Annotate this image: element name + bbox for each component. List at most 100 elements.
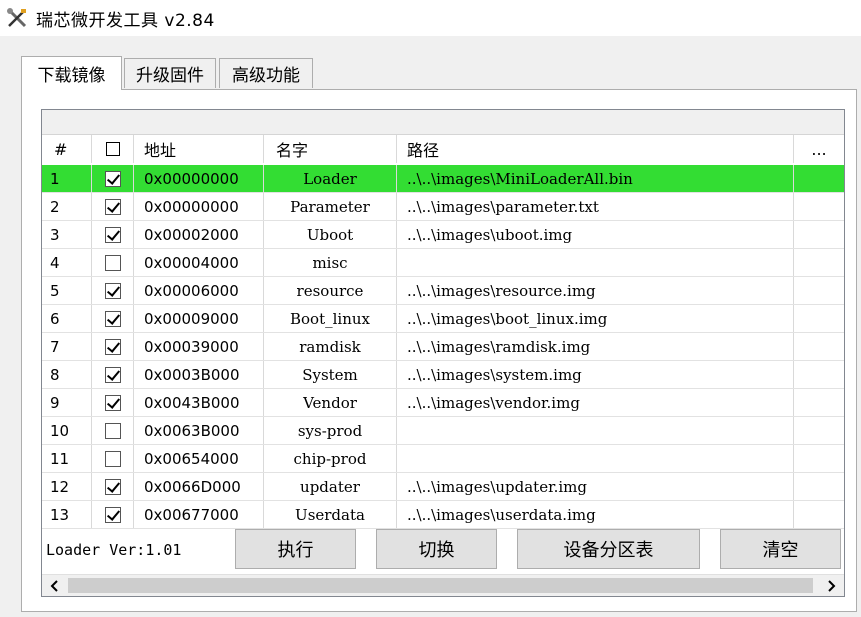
- row-checkbox[interactable]: [104, 366, 121, 383]
- table-row[interactable]: 10 0x0063B000 sys-prod: [42, 417, 844, 445]
- path-text: ..\..\images\vendor.img: [407, 393, 580, 412]
- address-text: 0x00677000: [144, 505, 239, 524]
- table-row[interactable]: 2 0x00000000 Parameter ..\..\images\paramet…: [42, 193, 844, 221]
- row-checkbox[interactable]: [104, 506, 121, 523]
- column-header-number[interactable]: #: [42, 135, 92, 163]
- num-text: 2: [50, 197, 60, 216]
- num-text: 13: [50, 505, 70, 524]
- table-row[interactable]: 3 0x00002000 Uboot ..\..\images\uboot.img: [42, 221, 844, 249]
- name-cell: sys-prod: [264, 417, 397, 444]
- row-checkbox[interactable]: [104, 226, 121, 243]
- list-header: # 地址 名字 路径 ...: [42, 135, 844, 163]
- table-row[interactable]: 8 0x0003B000 System ..\..\images\system.img: [42, 361, 844, 389]
- switch-button[interactable]: 切换: [376, 529, 497, 569]
- name-cell: resource: [264, 277, 397, 304]
- path-cell[interactable]: [397, 417, 794, 444]
- table-row[interactable]: 7 0x00039000 ramdisk ..\..\images\ramdisk.i…: [42, 333, 844, 361]
- table-row[interactable]: 4 0x00004000 misc: [42, 249, 844, 277]
- horizontal-scrollbar[interactable]: [42, 574, 844, 596]
- table-row[interactable]: 6 0x00009000 Boot_linux ..\..\images\boot_l…: [42, 305, 844, 333]
- tab-download-image[interactable]: 下载镜像: [21, 56, 122, 90]
- row-checkbox[interactable]: [104, 282, 121, 299]
- name-text: Uboot: [306, 225, 354, 244]
- path-text: ..\..\images\ramdisk.img: [407, 337, 591, 356]
- path-cell[interactable]: ..\..\images\ramdisk.img: [397, 333, 794, 360]
- path-cell[interactable]: ..\..\images\MiniLoaderAll.bin: [397, 165, 794, 192]
- address-text: 0x00654000: [144, 449, 239, 468]
- path-cell[interactable]: ..\..\images\vendor.img: [397, 389, 794, 416]
- extra-cell: [794, 501, 844, 528]
- extra-cell: [794, 333, 844, 360]
- row-checkbox[interactable]: [104, 254, 121, 271]
- column-header-label: 名字: [276, 141, 309, 160]
- column-header-check[interactable]: [92, 135, 134, 163]
- name-cell: ramdisk: [264, 333, 397, 360]
- column-header-name[interactable]: 名字: [264, 135, 397, 163]
- table-row[interactable]: 5 0x00006000 resource ..\..\images\resource…: [42, 277, 844, 305]
- tab-advanced-functions[interactable]: 高级功能: [219, 58, 313, 88]
- address-cell: 0x00006000: [134, 277, 264, 304]
- checkbox-cell: [92, 165, 134, 192]
- column-header-address[interactable]: 地址: [134, 135, 264, 163]
- scroll-right-arrow-icon[interactable]: [820, 575, 842, 596]
- row-checkbox[interactable]: [104, 198, 121, 215]
- checkbox-cell: [92, 193, 134, 220]
- path-cell[interactable]: ..\..\images\userdata.img: [397, 501, 794, 528]
- name-cell: Userdata: [264, 501, 397, 528]
- partition-table-button[interactable]: 设备分区表: [517, 529, 700, 569]
- path-cell[interactable]: ..\..\images\uboot.img: [397, 221, 794, 248]
- extra-cell: [794, 473, 844, 500]
- row-checkbox[interactable]: [104, 338, 121, 355]
- partition-list[interactable]: # 地址 名字 路径 ... 1 0x00000000 Loader ..\..\im…: [41, 109, 845, 597]
- row-checkbox[interactable]: [104, 394, 121, 411]
- scrollbar-thumb[interactable]: [68, 578, 813, 593]
- row-checkbox[interactable]: [104, 478, 121, 495]
- path-cell[interactable]: [397, 445, 794, 472]
- checkbox-cell: [92, 445, 134, 472]
- address-text: 0x00006000: [144, 281, 239, 300]
- row-checkbox[interactable]: [104, 310, 121, 327]
- clear-button[interactable]: 清空: [720, 529, 841, 569]
- name-text: ramdisk: [299, 337, 361, 356]
- extra-cell: [794, 305, 844, 332]
- num-cell: 9: [42, 389, 92, 416]
- num-cell: 6: [42, 305, 92, 332]
- num-cell: 11: [42, 445, 92, 472]
- tab-upgrade-firmware[interactable]: 升级固件: [124, 58, 216, 88]
- address-text: 0x00004000: [144, 253, 239, 272]
- num-cell: 7: [42, 333, 92, 360]
- column-header-path[interactable]: 路径: [397, 135, 794, 163]
- address-cell: 0x00000000: [134, 193, 264, 220]
- path-cell[interactable]: ..\..\images\boot_linux.img: [397, 305, 794, 332]
- path-text: ..\..\images\parameter.txt: [407, 197, 599, 216]
- table-row[interactable]: 9 0x0043B000 Vendor ..\..\images\vendor.img: [42, 389, 844, 417]
- run-button[interactable]: 执行: [235, 529, 356, 569]
- list-top-band: [42, 110, 844, 135]
- path-cell[interactable]: ..\..\images\resource.img: [397, 277, 794, 304]
- row-checkbox[interactable]: [104, 170, 121, 187]
- table-row[interactable]: 11 0x00654000 chip-prod: [42, 445, 844, 473]
- path-cell[interactable]: [397, 249, 794, 276]
- name-cell: Vendor: [264, 389, 397, 416]
- path-cell[interactable]: ..\..\images\parameter.txt: [397, 193, 794, 220]
- checkbox-cell: [92, 501, 134, 528]
- path-cell[interactable]: ..\..\images\updater.img: [397, 473, 794, 500]
- num-cell: 3: [42, 221, 92, 248]
- table-row[interactable]: 13 0x00677000 Userdata ..\..\images\userdat…: [42, 501, 844, 529]
- table-row[interactable]: 1 0x00000000 Loader ..\..\images\MiniLoader…: [42, 165, 844, 193]
- address-cell: 0x00009000: [134, 305, 264, 332]
- extra-cell: [794, 193, 844, 220]
- path-cell[interactable]: ..\..\images\system.img: [397, 361, 794, 388]
- checkbox-cell: [92, 221, 134, 248]
- address-cell: 0x0066D000: [134, 473, 264, 500]
- name-text: updater: [300, 477, 360, 496]
- column-header-more[interactable]: ...: [794, 135, 844, 163]
- column-header-label: #: [54, 139, 68, 159]
- checkbox-cell: [92, 277, 134, 304]
- scroll-left-arrow-icon[interactable]: [44, 575, 66, 596]
- table-row[interactable]: 12 0x0066D000 updater ..\..\images\updater.…: [42, 473, 844, 501]
- row-checkbox[interactable]: [104, 450, 121, 467]
- row-checkbox[interactable]: [104, 422, 121, 439]
- screwdriver-wrench-icon: [7, 8, 27, 28]
- column-header-label: ...: [811, 139, 827, 159]
